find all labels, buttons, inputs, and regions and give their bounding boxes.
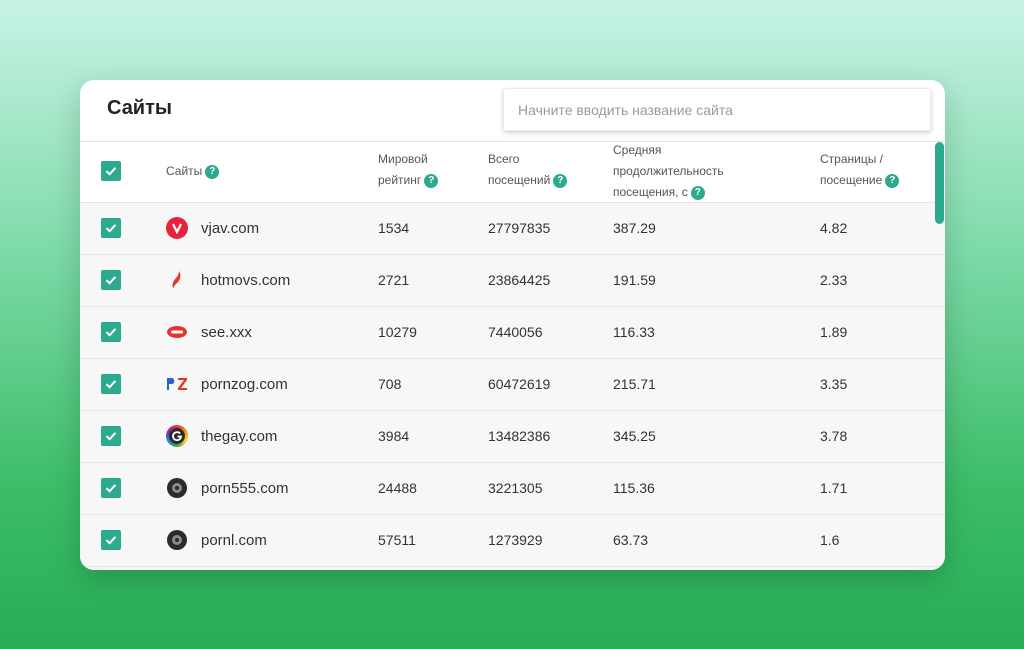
v-red-circle-icon [166,217,188,239]
rank-value: 57511 [378,532,416,548]
select-all-checkbox[interactable] [101,161,121,181]
pages-value: 3.78 [820,428,848,444]
rank-value: 2721 [378,272,410,288]
vertical-scrollbar[interactable] [935,142,944,570]
site-cell[interactable]: vjav.com [166,217,259,239]
duration-value: 345.25 [613,428,656,444]
pages-value: 1.89 [820,324,848,340]
rank-value: 24488 [378,480,417,496]
row-checkbox[interactable] [101,374,121,394]
row-checkbox[interactable] [101,426,121,446]
rank-value: 1534 [378,220,410,236]
check-icon [105,536,117,545]
site-cell[interactable]: hotmovs.com [166,269,290,291]
check-icon [105,276,117,285]
site-name[interactable]: pornzog.com [201,376,288,393]
site-cell[interactable]: porn555.com [166,477,289,499]
site-name[interactable]: hotmovs.com [201,272,290,289]
table-row[interactable]: vjav.com 1534 27797835 387.29 4.82 [80,203,945,255]
pages-value: 3.35 [820,376,848,392]
site-cell[interactable]: pornl.com [166,529,267,551]
duration-value: 215.71 [613,376,656,392]
check-icon [105,380,117,389]
visits-value: 3221305 [488,480,543,496]
site-search-input[interactable] [503,88,931,131]
check-icon [105,167,117,176]
pages-value: 1.71 [820,480,848,496]
pages-value: 4.82 [820,220,848,236]
duration-value: 191.59 [613,272,656,288]
site-cell[interactable]: pornzog.com [166,373,288,395]
col-header-visits[interactable]: Всего посещений? [488,149,568,191]
pages-value: 1.6 [820,532,840,548]
site-cell[interactable]: see.xxx [166,321,252,343]
visits-value: 7440056 [488,324,543,340]
help-icon[interactable]: ? [553,173,568,188]
duration-value: 63.73 [613,532,649,548]
scrollbar-thumb[interactable] [935,142,944,224]
dark-disc-icon [166,529,188,551]
table-row[interactable]: thegay.com 3984 13482386 345.25 3.78 [80,411,945,463]
col-header-rank[interactable]: Мировой рейтинг? [378,149,439,191]
col-header-duration[interactable]: Средняя продолжительность посещения, с? [613,140,724,203]
row-checkbox[interactable] [101,530,121,550]
row-checkbox[interactable] [101,322,121,342]
table-row[interactable]: hotmovs.com 2721 23864425 191.59 2.33 [80,255,945,307]
check-icon [105,432,117,441]
table-row[interactable]: pornzog.com 708 60472619 215.71 3.35 [80,359,945,411]
red-badge-icon [166,321,188,343]
site-name[interactable]: pornl.com [201,532,267,549]
rank-value: 3984 [378,428,410,444]
card-title: Сайты [107,97,172,119]
site-name[interactable]: thegay.com [201,428,277,445]
table-header: Сайты? Мировой рейтинг? Всего посещений?… [80,142,945,203]
visits-value: 1273929 [488,532,543,548]
dark-disc-icon [166,477,188,499]
visits-value: 60472619 [488,376,551,392]
row-checkbox[interactable] [101,218,121,238]
check-icon [105,224,117,233]
table-row [80,567,945,570]
site-name[interactable]: porn555.com [201,480,289,497]
check-icon [105,328,117,337]
rank-value: 708 [378,376,402,392]
col-header-pages[interactable]: Страницы / посещение? [820,149,900,191]
duration-value: 116.33 [613,324,655,340]
check-icon [105,484,117,493]
help-icon[interactable]: ? [205,164,220,179]
visits-value: 23864425 [488,272,551,288]
table-row[interactable]: see.xxx 10279 7440056 116.33 1.89 [80,307,945,359]
row-checkbox[interactable] [101,478,121,498]
col-header-site[interactable]: Сайты? [166,161,220,182]
help-icon[interactable]: ? [690,185,705,200]
help-icon[interactable]: ? [885,173,900,188]
site-name[interactable]: vjav.com [201,220,259,237]
site-name[interactable]: see.xxx [201,324,252,341]
duration-value: 115.36 [613,480,655,496]
pages-value: 2.33 [820,272,848,288]
table-row[interactable]: pornl.com 57511 1273929 63.73 1.6 [80,515,945,567]
rank-value: 10279 [378,324,417,340]
card-header: Сайты [80,80,945,142]
row-checkbox[interactable] [101,270,121,290]
visits-value: 27797835 [488,220,551,236]
red-flame-icon [166,269,188,291]
table-row[interactable]: porn555.com 24488 3221305 115.36 1.71 [80,463,945,515]
pz-letters-icon [166,373,188,395]
sites-card: Сайты Сайты? Мировой рейтинг? Всего посе… [80,80,945,570]
duration-value: 387.29 [613,220,656,236]
site-cell[interactable]: thegay.com [166,425,277,447]
help-icon[interactable]: ? [424,173,439,188]
rainbow-g-icon [166,425,188,447]
visits-value: 13482386 [488,428,551,444]
